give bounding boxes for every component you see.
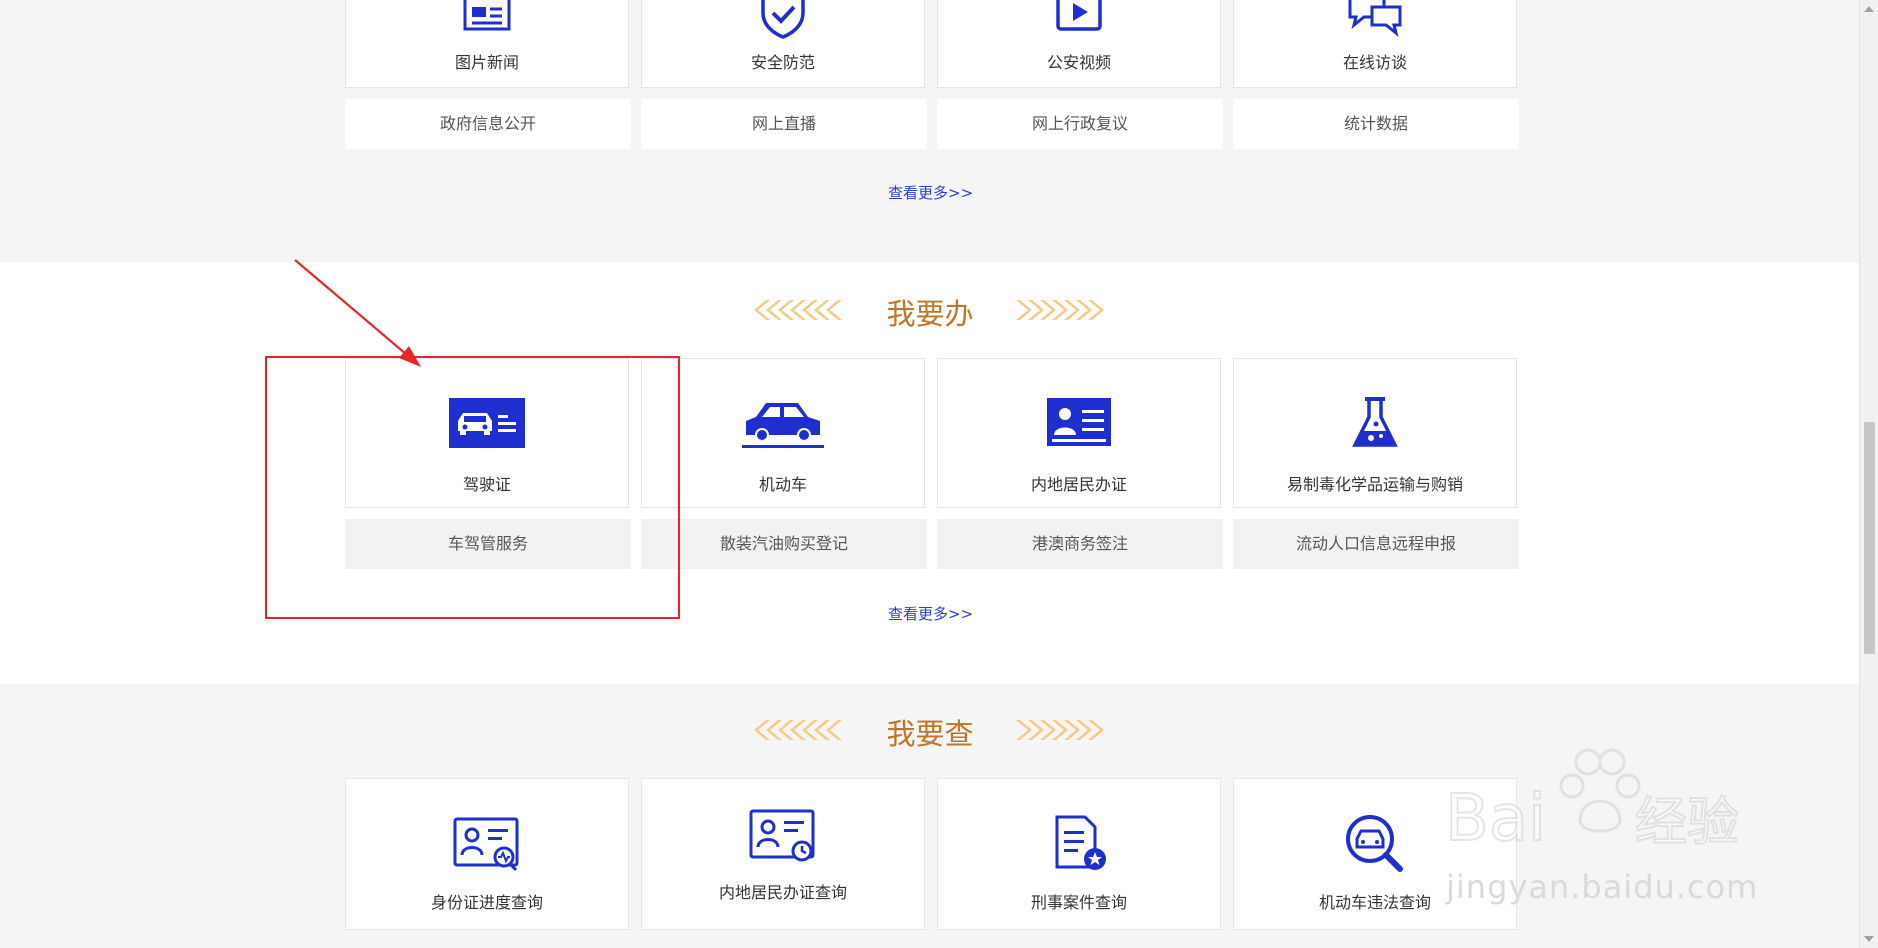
tile-live[interactable]: 网上直播 — [641, 99, 927, 149]
card-label: 公安视频 — [1046, 53, 1111, 72]
id-card-icon — [938, 397, 1220, 447]
chat-bubbles-icon — [1234, 0, 1516, 37]
view-more-link[interactable]: 查看更多>> — [888, 182, 973, 203]
video-play-icon — [938, 0, 1220, 33]
svg-text:Bai: Bai — [1445, 782, 1546, 856]
car-icon — [642, 397, 924, 449]
card-label: 身份证进度查询 — [430, 893, 543, 912]
card-picture-news[interactable]: 图片新闻 — [345, 0, 629, 88]
card-police-video[interactable]: 公安视频 — [937, 0, 1221, 88]
tile-floating-population[interactable]: 流动人口信息远程申报 — [1233, 519, 1519, 569]
right-chevron-decoration — [1016, 720, 1104, 740]
watermark-url: jingyan.baidu.com — [1446, 868, 1759, 906]
document-star-icon — [938, 815, 1220, 873]
annotation-arrow — [294, 259, 421, 367]
highlight-box — [265, 356, 680, 619]
card-label: 机动车 — [758, 475, 807, 494]
tile-statistics[interactable]: 统计数据 — [1233, 99, 1519, 149]
vertical-scrollbar[interactable] — [1859, 0, 1878, 948]
scroll-down-arrow[interactable] — [1864, 936, 1874, 942]
chemical-flask-icon — [1234, 395, 1516, 451]
section-title-do: 我要办 — [886, 297, 974, 331]
scrollbar-thumb[interactable] — [1864, 422, 1875, 654]
card-label: 在线访谈 — [1342, 53, 1407, 72]
card-mainland-id-query[interactable]: 内地居民办证查询 — [641, 778, 925, 930]
news-section — [0, 0, 1860, 262]
card-mainland-id[interactable]: 内地居民办证 — [937, 358, 1221, 508]
tile-gov-info[interactable]: 政府信息公开 — [345, 99, 631, 149]
card-criminal-case-query[interactable]: 刑事案件查询 — [937, 778, 1221, 930]
id-progress-search-icon — [346, 817, 628, 873]
card-label: 内地居民办证 — [1030, 475, 1127, 494]
tile-gasoline-registration[interactable]: 散装汽油购买登记 — [641, 519, 927, 569]
svg-text:经验: 经验 — [1635, 793, 1739, 853]
id-clock-icon — [642, 809, 924, 865]
card-id-progress-query[interactable]: 身份证进度查询 — [345, 778, 629, 930]
card-online-interview[interactable]: 在线访谈 — [1233, 0, 1517, 88]
card-label: 易制毒化学品运输与购销 — [1286, 475, 1463, 494]
scroll-up-arrow[interactable] — [1864, 6, 1874, 12]
right-chevron-decoration — [1016, 300, 1104, 320]
card-precursor-chemicals[interactable]: 易制毒化学品运输与购销 — [1233, 358, 1517, 508]
card-safety[interactable]: 安全防范 — [641, 0, 925, 88]
newspaper-icon — [346, 0, 628, 33]
card-motor-vehicle[interactable]: 机动车 — [641, 358, 925, 508]
view-more-link[interactable]: 查看更多>> — [888, 603, 973, 624]
card-label: 刑事案件查询 — [1030, 893, 1127, 912]
shield-check-icon — [642, 0, 924, 39]
card-label: 图片新闻 — [454, 53, 519, 72]
card-label: 安全防范 — [750, 53, 815, 72]
tile-hk-macau-endorsement[interactable]: 港澳商务签注 — [937, 519, 1223, 569]
tile-admin-review[interactable]: 网上行政复议 — [937, 99, 1223, 149]
card-label: 内地居民办证查询 — [718, 883, 847, 902]
